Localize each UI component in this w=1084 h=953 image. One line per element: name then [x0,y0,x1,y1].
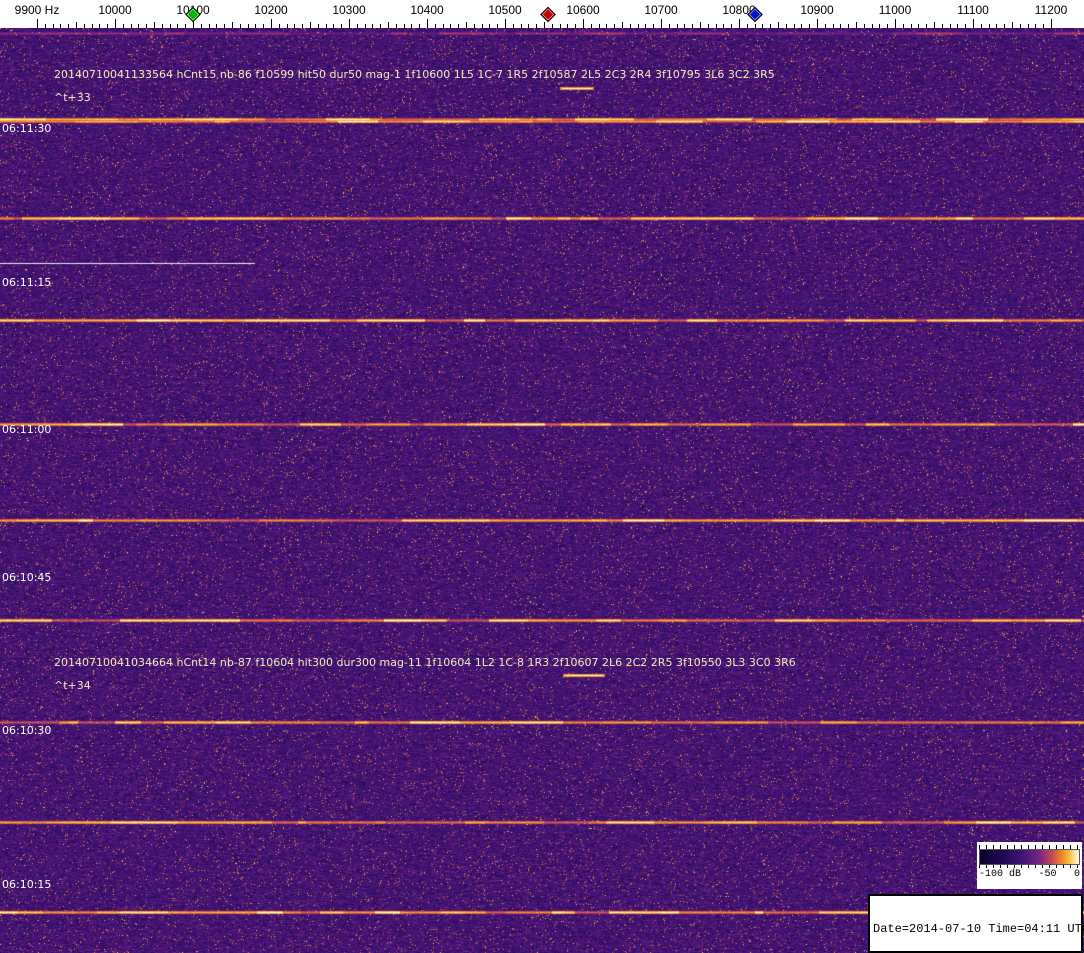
scalebar-labels: -100 dB -50 0 [979,869,1080,880]
freq-tick-label: 11100 [957,3,989,17]
freq-tick [115,19,116,28]
scalebar-label-max: 0 [1073,869,1080,880]
freq-tick-label: 11200 [1034,3,1068,17]
freq-tick [1051,19,1052,28]
freq-tick [895,19,896,28]
freq-tick-label: 10700 [644,3,678,17]
info-box: Date=2014-07-10 Time=04:11 UTC Freq=143 … [868,894,1084,953]
frequency-ruler[interactable]: 9900 Hz100001010010200103001040010500106… [0,0,1084,28]
scalebar-gradient [979,849,1080,865]
scalebar-ticks-bottom [979,865,1080,868]
freq-tick [661,19,662,28]
freq-tick-label: 10500 [488,3,522,17]
waterfall-display[interactable] [0,28,1084,953]
freq-tick-label: 10400 [410,3,444,17]
freq-tick [973,19,974,28]
freq-tick [37,19,38,28]
info-line-date: Date=2014-07-10 Time=04:11 UTC [873,922,1084,936]
marker-red-icon[interactable] [540,6,556,23]
freq-tick [427,19,428,28]
freq-tick [817,19,818,28]
intensity-scalebar: -100 dB -50 0 [977,842,1082,889]
freq-tick [271,19,272,28]
scalebar-label-min: -100 dB [979,869,1022,880]
freq-tick-label: 10900 [800,3,834,17]
freq-tick-label: 11000 [878,3,912,17]
freq-tick [349,19,350,28]
scalebar-label-mid: -50 [1038,869,1057,880]
freq-tick [739,19,740,28]
freq-tick [505,19,506,28]
freq-tick-label: 10300 [332,3,366,17]
freq-tick-label: 10600 [566,3,600,17]
freq-tick-label: 10200 [254,3,288,17]
freq-tick [583,19,584,28]
spectrogram-window: 9900 Hz100001010010200103001040010500106… [0,0,1084,953]
freq-tick-label: 10000 [98,3,132,17]
freq-tick-label: 9900 Hz [14,3,60,17]
